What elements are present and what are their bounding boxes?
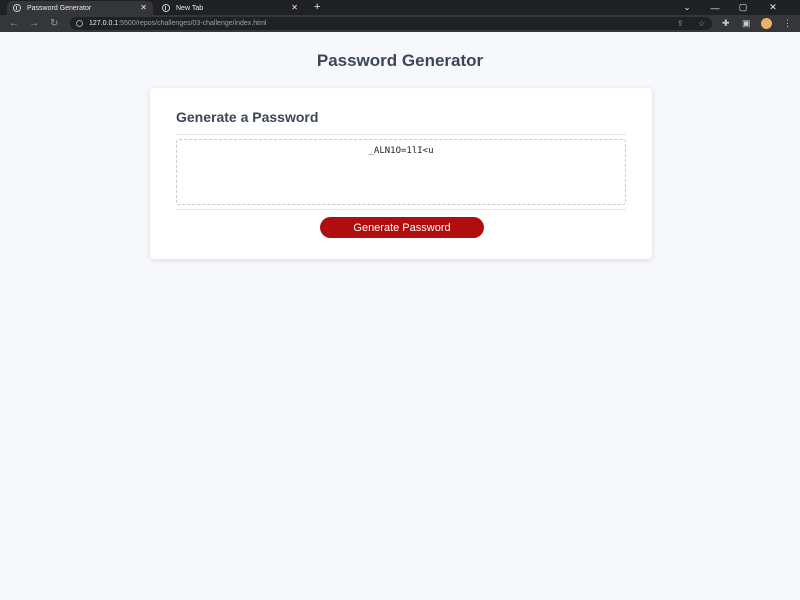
chevron-down-icon[interactable]: ⌄: [674, 0, 700, 15]
minimize-button[interactable]: —: [702, 0, 728, 15]
tab-title: New Tab: [176, 4, 204, 12]
generate-password-button[interactable]: Generate Password: [320, 217, 484, 238]
close-window-button[interactable]: ✕: [760, 0, 786, 15]
browser-titlebar: Password Generator ✕ New Tab ✕ + ⌄ — ▢ ✕: [0, 0, 800, 15]
maximize-button[interactable]: ▢: [730, 0, 756, 15]
forward-arrow-icon[interactable]: →: [29, 15, 39, 32]
share-icon[interactable]: ⇪: [677, 17, 684, 30]
tab-title: Password Generator: [27, 4, 92, 12]
close-tab-icon[interactable]: ✕: [140, 3, 147, 12]
globe-icon: [162, 4, 170, 12]
password-output[interactable]: _ALN1O=1lI<u: [176, 139, 626, 205]
tab-new-tab[interactable]: New Tab ✕: [156, 1, 304, 15]
tab-password-generator[interactable]: Password Generator ✕: [7, 1, 153, 15]
new-tab-button[interactable]: +: [314, 1, 320, 14]
bookmark-star-icon[interactable]: ☆: [698, 17, 705, 30]
card-header: Generate a Password: [176, 109, 319, 125]
close-tab-icon[interactable]: ✕: [291, 3, 298, 12]
site-info-icon[interactable]: [76, 20, 83, 27]
menu-kebab-icon[interactable]: ⋮: [783, 15, 792, 32]
side-panel-icon[interactable]: ▣: [742, 15, 751, 32]
divider: [176, 209, 626, 210]
extensions-puzzle-icon[interactable]: ✚: [722, 15, 730, 32]
password-card: Generate a Password _ALN1O=1lI<u Generat…: [150, 88, 652, 259]
address-bar[interactable]: 127.0.0.1:5500/repos/challenges/03-chall…: [70, 17, 712, 30]
page-title: Password Generator: [316, 51, 484, 70]
globe-icon: [13, 4, 21, 12]
browser-toolbar: ← → ↻ 127.0.0.1:5500/repos/challenges/03…: [0, 15, 800, 32]
divider: [176, 134, 626, 135]
url-host: 127.0.0.1: [89, 20, 119, 27]
url-path: :5500/repos/challenges/03-challenge/inde…: [118, 20, 267, 27]
profile-avatar[interactable]: [761, 18, 772, 29]
reload-icon[interactable]: ↻: [50, 15, 58, 32]
back-arrow-icon[interactable]: ←: [9, 15, 19, 32]
